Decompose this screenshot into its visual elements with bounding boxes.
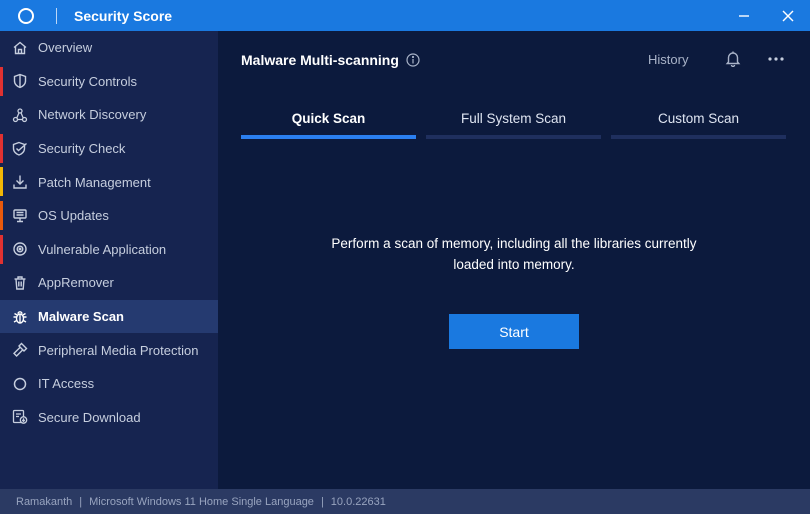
sidebar-item-security-controls[interactable]: Security Controls [0, 65, 218, 99]
tab-custom-scan[interactable]: Custom Scan [611, 105, 786, 139]
bell-icon[interactable] [725, 50, 741, 72]
status-bar: Ramakanth | Microsoft Windows 11 Home Si… [0, 489, 810, 514]
description-line-1: Perform a scan of memory, including all … [331, 236, 697, 251]
tab-full-system-scan[interactable]: Full System Scan [426, 105, 601, 139]
shield-icon [11, 72, 29, 90]
sidebar-item-security-check[interactable]: Security Check [0, 132, 218, 166]
status-separator: | [320, 495, 324, 508]
status-marker [0, 234, 3, 264]
trash-icon [11, 274, 29, 292]
sidebar: Overview Security Controls Network Disco… [0, 31, 218, 489]
status-user: Ramakanth [16, 495, 73, 508]
shield-check-icon [11, 140, 29, 158]
sidebar-item-vulnerable-application[interactable]: Vulnerable Application [0, 233, 218, 267]
page-title: Malware Multi-scanning [241, 52, 420, 68]
sidebar-item-label: Secure Download [38, 409, 141, 425]
scan-tabs: Quick Scan Full System Scan Custom Scan [241, 105, 789, 139]
status-separator: | [79, 495, 83, 508]
circle-logo-icon [18, 7, 34, 24]
sidebar-item-label: IT Access [38, 376, 95, 392]
window-controls [722, 0, 810, 31]
status-os: Microsoft Windows 11 Home Single Languag… [89, 495, 314, 508]
sidebar-item-label: Vulnerable Application [38, 241, 167, 257]
status-marker [0, 133, 3, 163]
title-separator [56, 7, 57, 24]
start-button[interactable]: Start [449, 314, 579, 349]
close-button[interactable] [766, 0, 810, 31]
app-title: Security Score [74, 7, 173, 24]
main-panel: Malware Multi-scanning History Quick Sca… [218, 31, 810, 489]
minimize-button[interactable] [722, 0, 766, 31]
sidebar-item-secure-download[interactable]: Secure Download [0, 401, 218, 435]
tab-underline [611, 135, 786, 139]
sidebar-item-malware-scan[interactable]: Malware Scan [0, 299, 218, 334]
sidebar-item-network-discovery[interactable]: Network Discovery [0, 98, 218, 132]
sidebar-item-label: Peripheral Media Protection [38, 342, 199, 358]
sidebar-item-appremover[interactable]: AppRemover [0, 266, 218, 300]
tab-quick-scan[interactable]: Quick Scan [241, 105, 416, 139]
sidebar-item-label: Overview [38, 40, 93, 56]
sidebar-item-label: OS Updates [38, 208, 109, 224]
minimize-icon [739, 14, 749, 17]
download-icon [11, 173, 29, 191]
sidebar-item-os-updates[interactable]: OS Updates [0, 199, 218, 233]
close-icon [782, 10, 794, 21]
tab-underline [426, 135, 601, 139]
target-icon [11, 240, 29, 258]
home-icon [11, 39, 29, 57]
bug-icon [11, 308, 29, 326]
sidebar-item-label: Patch Management [38, 174, 151, 190]
secure-download-icon [11, 408, 29, 426]
sidebar-item-label: Security Controls [38, 73, 137, 89]
network-icon [11, 106, 29, 124]
sidebar-item-label: Security Check [38, 141, 126, 157]
tab-underline [241, 135, 416, 139]
description-line-2: loaded into memory. [453, 257, 575, 272]
sidebar-item-it-access[interactable]: IT Access [0, 367, 218, 401]
status-marker [0, 167, 3, 197]
sidebar-item-peripheral-media-protection[interactable]: Peripheral Media Protection [0, 333, 218, 367]
page-title-text: Malware Multi-scanning [241, 52, 399, 68]
status-marker [0, 200, 3, 230]
sidebar-item-label: Network Discovery [38, 107, 147, 123]
sidebar-item-patch-management[interactable]: Patch Management [0, 165, 218, 199]
title-bar: Security Score [0, 0, 810, 31]
usb-icon [11, 341, 29, 359]
status-marker [0, 66, 3, 96]
sidebar-item-overview[interactable]: Overview [0, 31, 218, 65]
status-version: 10.0.22631 [330, 495, 386, 508]
history-link[interactable]: History [648, 52, 688, 67]
sidebar-item-label: Malware Scan [38, 309, 124, 325]
server-icon [11, 207, 29, 225]
more-horizontal-icon[interactable] [767, 52, 785, 71]
sidebar-item-label: AppRemover [38, 275, 114, 291]
scan-description: Perform a scan of memory, including all … [302, 233, 726, 275]
info-icon[interactable] [406, 53, 420, 67]
circle-icon [11, 375, 29, 393]
